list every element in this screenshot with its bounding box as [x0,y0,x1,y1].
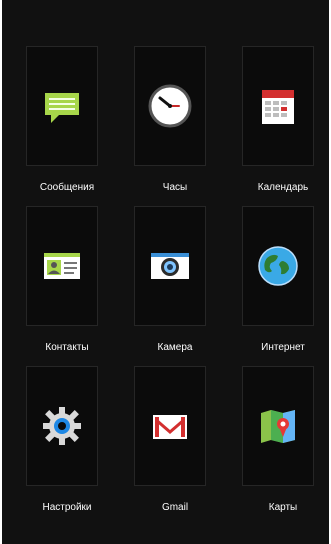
app-tile[interactable] [26,46,98,166]
app-drawer-screen: Сообщения Часы Календарь Контакты Камера… [2,0,329,544]
globe-icon [253,241,303,291]
app-contacts[interactable]: Контакты [12,160,108,353]
app-tile[interactable] [242,46,314,166]
calendar-icon [253,81,303,131]
app-grid: Сообщения Часы Календарь Контакты Камера… [2,0,329,544]
messages-icon [37,81,87,131]
app-label: Карты [268,502,298,513]
app-camera[interactable]: Камера [120,160,216,353]
app-clock[interactable]: Часы [120,0,216,193]
maps-icon [253,401,303,451]
camera-icon [145,241,195,291]
app-tile[interactable] [134,46,206,166]
app-tile[interactable] [26,206,98,326]
app-label: Настройки [42,502,92,513]
app-tile[interactable] [242,366,314,486]
clock-icon [145,81,195,131]
contacts-icon [37,241,87,291]
app-maps[interactable]: Карты [228,320,324,513]
app-internet[interactable]: Интернет [228,160,324,353]
gmail-icon [145,401,195,451]
app-tile[interactable] [134,206,206,326]
app-messages[interactable]: Сообщения [12,0,108,193]
app-tile[interactable] [134,366,206,486]
settings-gear-icon [37,401,87,451]
app-tile[interactable] [26,366,98,486]
app-settings[interactable]: Настройки [12,320,108,513]
app-tile[interactable] [242,206,314,326]
app-calendar[interactable]: Календарь [228,0,324,193]
app-label: Gmail [161,502,189,513]
app-gmail[interactable]: Gmail [120,320,216,513]
